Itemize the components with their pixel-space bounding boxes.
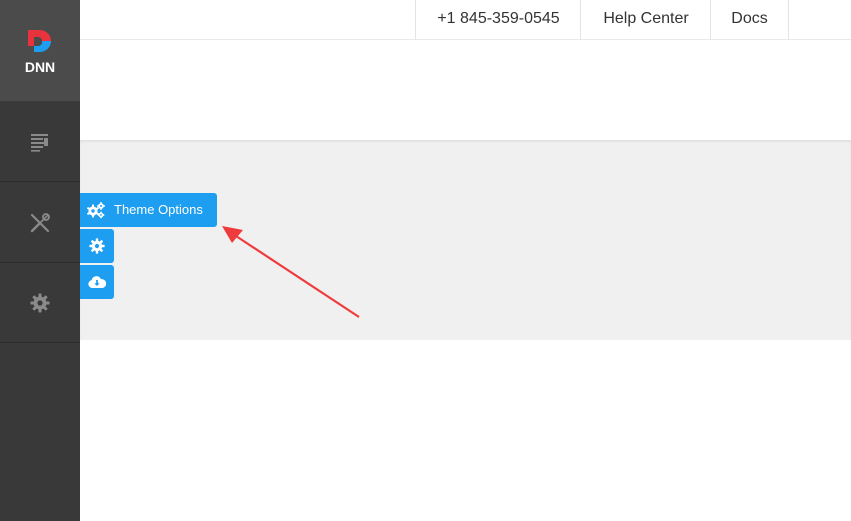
annotation-arrow xyxy=(222,226,360,318)
